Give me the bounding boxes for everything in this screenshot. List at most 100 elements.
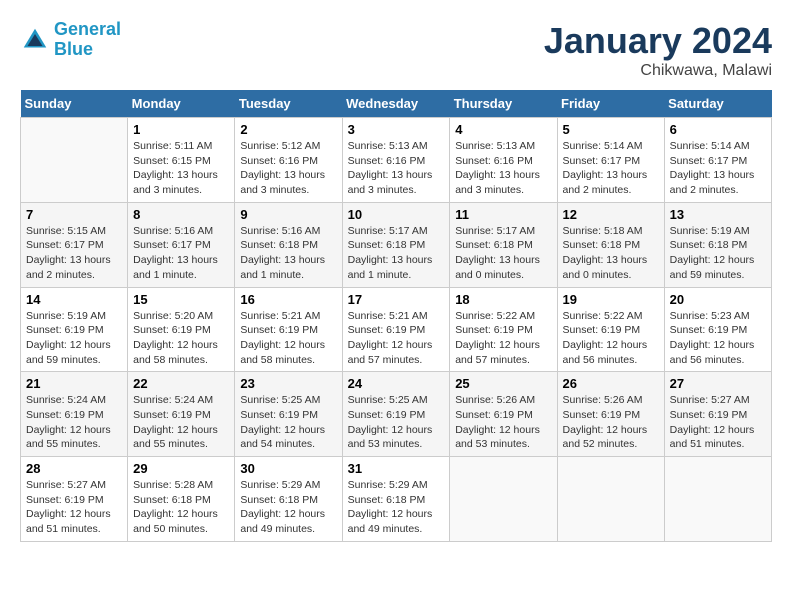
cell-detail: Sunrise: 5:19 AMSunset: 6:19 PMDaylight:…	[26, 309, 122, 368]
day-number: 25	[455, 376, 551, 391]
calendar-cell: 17 Sunrise: 5:21 AMSunset: 6:19 PMDayligh…	[342, 287, 450, 372]
calendar-cell: 13 Sunrise: 5:19 AMSunset: 6:18 PMDayligh…	[664, 202, 771, 287]
day-number: 22	[133, 376, 229, 391]
week-row-3: 21 Sunrise: 5:24 AMSunset: 6:19 PMDayligh…	[21, 372, 772, 457]
month-title: January 2024	[544, 20, 772, 62]
calendar-cell: 27Sunrise: 5:27 AMSunset: 6:19 PMDayligh…	[664, 372, 771, 457]
cell-detail: Sunrise: 5:29 AMSunset: 6:18 PMDaylight:…	[348, 478, 445, 537]
cell-detail: Sunrise: 5:26 AMSunset: 6:19 PMDaylight:…	[563, 393, 659, 452]
logo-icon	[20, 25, 50, 55]
day-number: 18	[455, 292, 551, 307]
calendar-cell	[450, 457, 557, 542]
day-number: 8	[133, 207, 229, 222]
calendar-cell: 4Sunrise: 5:13 AMSunset: 6:16 PMDaylight…	[450, 118, 557, 203]
calendar-cell: 9 Sunrise: 5:16 AMSunset: 6:18 PMDaylight…	[235, 202, 342, 287]
day-number: 6	[670, 122, 766, 137]
calendar-cell: 21 Sunrise: 5:24 AMSunset: 6:19 PMDayligh…	[21, 372, 128, 457]
calendar-cell: 11 Sunrise: 5:17 AMSunset: 6:18 PMDayligh…	[450, 202, 557, 287]
calendar-cell: 8 Sunrise: 5:16 AMSunset: 6:17 PMDaylight…	[128, 202, 235, 287]
cell-detail: Sunrise: 5:13 AMSunset: 6:16 PMDaylight:…	[348, 139, 445, 198]
day-number: 3	[348, 122, 445, 137]
day-number: 2	[240, 122, 336, 137]
logo-line1: General	[54, 19, 121, 39]
calendar-cell: 31Sunrise: 5:29 AMSunset: 6:18 PMDayligh…	[342, 457, 450, 542]
cell-detail: Sunrise: 5:15 AMSunset: 6:17 PMDaylight:…	[26, 224, 122, 283]
day-number: 15	[133, 292, 229, 307]
calendar-cell: 15 Sunrise: 5:20 AMSunset: 6:19 PMDayligh…	[128, 287, 235, 372]
week-row-2: 14 Sunrise: 5:19 AMSunset: 6:19 PMDayligh…	[21, 287, 772, 372]
calendar-cell: 18 Sunrise: 5:22 AMSunset: 6:19 PMDayligh…	[450, 287, 557, 372]
logo-line2: Blue	[54, 39, 93, 59]
cell-detail: Sunrise: 5:28 AMSunset: 6:18 PMDaylight:…	[133, 478, 229, 537]
cell-detail: Sunrise: 5:17 AMSunset: 6:18 PMDaylight:…	[455, 224, 551, 283]
cell-detail: Sunrise: 5:20 AMSunset: 6:19 PMDaylight:…	[133, 309, 229, 368]
calendar-cell: 19Sunrise: 5:22 AMSunset: 6:19 PMDayligh…	[557, 287, 664, 372]
week-row-1: 7Sunrise: 5:15 AMSunset: 6:17 PMDaylight…	[21, 202, 772, 287]
subtitle: Chikwawa, Malawi	[544, 62, 772, 80]
day-number: 17	[348, 292, 445, 307]
day-header-monday: Monday	[128, 90, 235, 118]
day-number: 14	[26, 292, 122, 307]
calendar-cell: 2Sunrise: 5:12 AMSunset: 6:16 PMDaylight…	[235, 118, 342, 203]
day-number: 5	[563, 122, 659, 137]
cell-detail: Sunrise: 5:25 AMSunset: 6:19 PMDaylight:…	[348, 393, 445, 452]
cell-detail: Sunrise: 5:19 AMSunset: 6:18 PMDaylight:…	[670, 224, 766, 283]
day-number: 11	[455, 207, 551, 222]
cell-detail: Sunrise: 5:24 AMSunset: 6:19 PMDaylight:…	[26, 393, 122, 452]
cell-detail: Sunrise: 5:23 AMSunset: 6:19 PMDaylight:…	[670, 309, 766, 368]
day-number: 4	[455, 122, 551, 137]
cell-detail: Sunrise: 5:16 AMSunset: 6:17 PMDaylight:…	[133, 224, 229, 283]
day-number: 26	[563, 376, 659, 391]
week-row-4: 28 Sunrise: 5:27 AMSunset: 6:19 PMDayligh…	[21, 457, 772, 542]
calendar-cell: 28 Sunrise: 5:27 AMSunset: 6:19 PMDayligh…	[21, 457, 128, 542]
cell-detail: Sunrise: 5:17 AMSunset: 6:18 PMDaylight:…	[348, 224, 445, 283]
cell-detail: Sunrise: 5:25 AMSunset: 6:19 PMDaylight:…	[240, 393, 336, 452]
day-number: 12	[563, 207, 659, 222]
calendar-cell: 16 Sunrise: 5:21 AMSunset: 6:19 PMDayligh…	[235, 287, 342, 372]
cell-detail: Sunrise: 5:11 AMSunset: 6:15 PMDaylight:…	[133, 139, 229, 198]
calendar-cell: 5 Sunrise: 5:14 AMSunset: 6:17 PMDaylight…	[557, 118, 664, 203]
calendar-cell	[557, 457, 664, 542]
calendar-cell: 10 Sunrise: 5:17 AMSunset: 6:18 PMDayligh…	[342, 202, 450, 287]
day-number: 13	[670, 207, 766, 222]
day-header-friday: Friday	[557, 90, 664, 118]
calendar-cell	[664, 457, 771, 542]
logo-text: General Blue	[54, 20, 121, 60]
week-row-0: 1Sunrise: 5:11 AMSunset: 6:15 PMDaylight…	[21, 118, 772, 203]
day-header-tuesday: Tuesday	[235, 90, 342, 118]
cell-detail: Sunrise: 5:21 AMSunset: 6:19 PMDaylight:…	[348, 309, 445, 368]
cell-detail: Sunrise: 5:14 AMSunset: 6:17 PMDaylight:…	[563, 139, 659, 198]
page-header: General Blue January 2024 Chikwawa, Mala…	[20, 20, 772, 80]
day-number: 10	[348, 207, 445, 222]
cell-detail: Sunrise: 5:14 AMSunset: 6:17 PMDaylight:…	[670, 139, 766, 198]
day-number: 29	[133, 461, 229, 476]
day-number: 20	[670, 292, 766, 307]
day-header-sunday: Sunday	[21, 90, 128, 118]
day-number: 16	[240, 292, 336, 307]
day-header-saturday: Saturday	[664, 90, 771, 118]
cell-detail: Sunrise: 5:18 AMSunset: 6:18 PMDaylight:…	[563, 224, 659, 283]
cell-detail: Sunrise: 5:27 AMSunset: 6:19 PMDaylight:…	[26, 478, 122, 537]
day-header-thursday: Thursday	[450, 90, 557, 118]
day-number: 21	[26, 376, 122, 391]
cell-detail: Sunrise: 5:26 AMSunset: 6:19 PMDaylight:…	[455, 393, 551, 452]
day-number: 28	[26, 461, 122, 476]
calendar-cell: 26 Sunrise: 5:26 AMSunset: 6:19 PMDayligh…	[557, 372, 664, 457]
calendar-cell: 6 Sunrise: 5:14 AMSunset: 6:17 PMDaylight…	[664, 118, 771, 203]
calendar-cell: 1Sunrise: 5:11 AMSunset: 6:15 PMDaylight…	[128, 118, 235, 203]
calendar-cell: 25 Sunrise: 5:26 AMSunset: 6:19 PMDayligh…	[450, 372, 557, 457]
title-block: January 2024 Chikwawa, Malawi	[544, 20, 772, 80]
cell-detail: Sunrise: 5:21 AMSunset: 6:19 PMDaylight:…	[240, 309, 336, 368]
cell-detail: Sunrise: 5:24 AMSunset: 6:19 PMDaylight:…	[133, 393, 229, 452]
calendar-cell: 30Sunrise: 5:29 AMSunset: 6:18 PMDayligh…	[235, 457, 342, 542]
day-number: 23	[240, 376, 336, 391]
calendar-cell: 24Sunrise: 5:25 AMSunset: 6:19 PMDayligh…	[342, 372, 450, 457]
calendar-cell: 22 Sunrise: 5:24 AMSunset: 6:19 PMDayligh…	[128, 372, 235, 457]
day-number: 9	[240, 207, 336, 222]
day-header-wednesday: Wednesday	[342, 90, 450, 118]
cell-detail: Sunrise: 5:29 AMSunset: 6:18 PMDaylight:…	[240, 478, 336, 537]
cell-detail: Sunrise: 5:22 AMSunset: 6:19 PMDaylight:…	[455, 309, 551, 368]
calendar-cell	[21, 118, 128, 203]
calendar-cell: 23 Sunrise: 5:25 AMSunset: 6:19 PMDayligh…	[235, 372, 342, 457]
cell-detail: Sunrise: 5:16 AMSunset: 6:18 PMDaylight:…	[240, 224, 336, 283]
